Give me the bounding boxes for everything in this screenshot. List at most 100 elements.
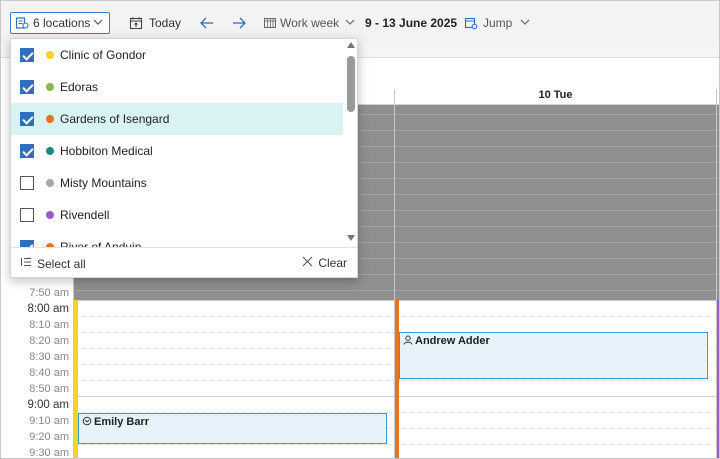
grid-line [395, 178, 716, 179]
appointment-name: Emily Barr [94, 416, 150, 428]
arrow-left-icon [199, 16, 215, 30]
checkbox-checked[interactable] [20, 112, 34, 126]
checkbox-unchecked[interactable] [20, 208, 34, 222]
location-option[interactable]: River of Anduin [11, 231, 343, 247]
location-color-dot [46, 115, 54, 123]
grid-line [395, 380, 716, 381]
time-label: 9:30 am [29, 447, 69, 459]
column-divider [394, 89, 395, 458]
next-week-button[interactable] [231, 12, 247, 34]
stethoscope-icon [82, 416, 92, 429]
day-column-wednesday[interactable] [717, 105, 719, 458]
checkbox-checked[interactable] [20, 240, 34, 247]
grid-line [74, 300, 394, 301]
day-column-tuesday[interactable]: Andrew Adder [395, 105, 716, 458]
grid-line [74, 364, 394, 365]
grid-line [74, 290, 394, 291]
view-selector[interactable]: Work week [263, 12, 355, 34]
scroll-down-arrow-icon[interactable] [347, 235, 355, 241]
clear-button[interactable]: Clear [302, 256, 347, 270]
jump-button[interactable]: Jump [464, 12, 530, 34]
location-option-label: Edoras [60, 80, 99, 94]
location-option-label: Clinic of Gondor [60, 48, 147, 62]
grid-line [717, 114, 719, 115]
grid-line [717, 194, 719, 195]
grid-line [74, 332, 394, 333]
calendar-jump-icon [464, 16, 478, 30]
grid-line [74, 380, 394, 381]
time-label: 8:00 am [27, 303, 69, 315]
close-icon [302, 256, 313, 270]
grid-line [717, 242, 719, 243]
grid-line [717, 258, 719, 259]
grid-line [74, 444, 394, 445]
scroll-up-arrow-icon[interactable] [347, 42, 355, 48]
time-label: 8:50 am [29, 383, 69, 395]
select-all-label: Select all [37, 256, 86, 271]
grid-line [395, 428, 716, 429]
location-option[interactable]: Rivendell [11, 199, 343, 231]
grid-line [717, 274, 719, 275]
checkbox-unchecked[interactable] [20, 176, 34, 190]
grid-line [395, 300, 716, 301]
locations-scrollbar[interactable] [345, 39, 357, 247]
chevron-down-icon [93, 16, 103, 30]
location-color-dot [46, 51, 54, 59]
location-color-dot [46, 83, 54, 91]
checkbox-checked[interactable] [20, 144, 34, 158]
location-filter-icon [15, 16, 29, 30]
today-button[interactable]: Today [129, 12, 181, 34]
grid-line [717, 290, 719, 291]
location-option[interactable]: Misty Mountains [11, 167, 343, 199]
grid-line [717, 162, 719, 163]
location-option[interactable]: Edoras [11, 71, 343, 103]
location-option[interactable]: Hobbiton Medical [11, 135, 343, 167]
location-color-dot [46, 179, 54, 187]
location-color-dot [46, 211, 54, 219]
locations-count-label: 6 locations [33, 16, 91, 30]
grid-line [395, 146, 716, 147]
calendar-today-icon [129, 16, 143, 30]
grid-line [395, 258, 716, 259]
checkbox-checked[interactable] [20, 80, 34, 94]
time-label: 9:00 am [27, 399, 69, 411]
location-option-label: River of Anduin [60, 240, 142, 247]
person-icon [403, 335, 413, 348]
grid-line [395, 130, 716, 131]
grid-line [717, 210, 719, 211]
appointment-emily-barr[interactable]: Emily Barr [78, 413, 387, 444]
time-label: 9:20 am [29, 431, 69, 443]
jump-label: Jump [483, 16, 513, 30]
location-option[interactable]: Gardens of Isengard [11, 103, 343, 135]
checkbox-checked[interactable] [20, 48, 34, 62]
location-option[interactable]: Clinic of Gondor [11, 39, 343, 71]
day-header-tuesday: 10 Tue [395, 89, 716, 105]
time-label: 9:10 am [29, 415, 69, 427]
grid-line [74, 348, 394, 349]
grid-line [395, 162, 716, 163]
grid-line [395, 226, 716, 227]
select-all-button[interactable]: Select all [20, 256, 86, 271]
grid-line [717, 226, 719, 227]
time-label: 8:40 am [29, 367, 69, 379]
grid-line [395, 242, 716, 243]
appointment-andrew-adder[interactable]: Andrew Adder [399, 332, 708, 379]
grid-line [74, 316, 394, 317]
today-label: Today [149, 16, 182, 30]
grid-line [395, 114, 716, 115]
available-area[interactable] [395, 300, 716, 458]
previous-week-button[interactable] [199, 12, 215, 34]
view-label: Work week [280, 16, 340, 30]
unavailable-area [717, 105, 719, 300]
location-color-dot [46, 147, 54, 155]
locations-dropdown-button[interactable]: 6 locations [10, 12, 110, 34]
day-header-wednesday [717, 89, 719, 105]
grid-line [717, 178, 719, 179]
scroll-thumb[interactable] [347, 56, 355, 112]
location-option-label: Hobbiton Medical [60, 144, 153, 158]
locations-list[interactable]: Clinic of Gondor Edoras Gardens of Isengar… [11, 39, 345, 247]
grid-line [395, 274, 716, 275]
dropdown-footer: Select all Clear [11, 247, 357, 277]
grid-line [395, 316, 716, 317]
grid-line [395, 444, 716, 445]
